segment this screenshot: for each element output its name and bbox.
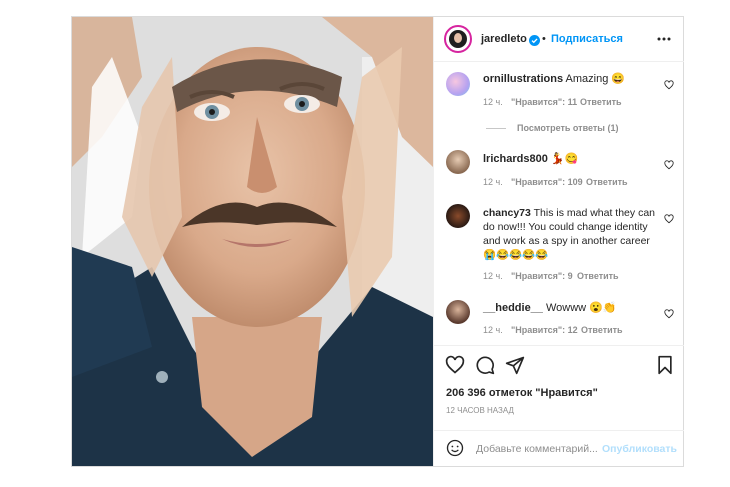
comment-icon[interactable] xyxy=(475,355,495,375)
comment-like-icon[interactable] xyxy=(664,157,674,170)
comment-time[interactable]: 12 ч. xyxy=(483,97,503,107)
comment-likes[interactable]: "Нравится": 11 xyxy=(511,97,577,107)
replies-divider xyxy=(486,128,506,129)
commenter-avatar[interactable] xyxy=(446,204,470,228)
heart-icon[interactable] xyxy=(445,355,465,375)
comment-like-icon[interactable] xyxy=(664,306,674,319)
reply-button[interactable]: Ответить xyxy=(580,97,622,107)
verified-badge-icon xyxy=(529,33,540,46)
emoji-icon[interactable] xyxy=(446,439,464,457)
comment-like-icon[interactable] xyxy=(664,211,674,224)
follow-button[interactable]: Подписаться xyxy=(551,32,623,46)
comment-username[interactable]: ornillustrations xyxy=(483,73,563,85)
post-photo[interactable] xyxy=(72,17,433,466)
reply-button[interactable]: Ответить xyxy=(586,177,628,187)
comment-like-icon[interactable] xyxy=(664,77,674,90)
comment-input[interactable]: Добавьте комментарий... xyxy=(476,442,598,456)
add-comment-divider xyxy=(434,430,684,431)
action-bar xyxy=(434,345,684,346)
likes-count[interactable]: 206 396 отметок "Нравится" xyxy=(446,386,598,400)
reply-button[interactable]: Ответить xyxy=(581,325,623,335)
bookmark-icon[interactable] xyxy=(656,355,674,375)
more-options-icon[interactable] xyxy=(656,31,672,47)
comment-body: 💃😋 xyxy=(550,153,579,165)
commenter-avatar[interactable] xyxy=(446,72,470,96)
commenter-avatar[interactable] xyxy=(446,300,470,324)
comment-time[interactable]: 12 ч. xyxy=(483,325,503,335)
share-icon[interactable] xyxy=(505,355,525,375)
portrait-illustration xyxy=(72,17,433,466)
post-card: jaredleto • Подписаться ornillustrations… xyxy=(71,16,684,467)
comment-username[interactable]: chancy73 xyxy=(483,207,531,219)
post-timestamp[interactable]: 12 ЧАСОВ НАЗАД xyxy=(446,406,514,415)
comment-likes[interactable]: "Нравится": 9 xyxy=(511,271,573,281)
reply-button[interactable]: Ответить xyxy=(577,271,619,281)
comment-text: __heddie__ Wowww 😮👏 xyxy=(483,301,658,315)
comment-text: ornillustrations Amazing 😄 xyxy=(483,72,658,86)
commenter-avatar[interactable] xyxy=(446,150,470,174)
comment-likes[interactable]: "Нравится": 109 xyxy=(511,177,583,187)
comment-text: chancy73 This is mad what they can do no… xyxy=(483,206,658,262)
comment-username[interactable]: lrichards800 xyxy=(483,153,548,165)
author-username[interactable]: jaredleto xyxy=(481,32,527,46)
comment-body: Wowww 😮👏 xyxy=(545,302,617,314)
comment-text: lrichards800 💃😋 xyxy=(483,152,658,166)
comment-time[interactable]: 12 ч. xyxy=(483,271,503,281)
comment-username[interactable]: __heddie__ xyxy=(483,302,543,314)
dot-separator: • xyxy=(542,33,546,45)
comment-time[interactable]: 12 ч. xyxy=(483,177,503,187)
publish-button[interactable]: Опубликовать xyxy=(602,442,677,456)
comment-body: Amazing 😄 xyxy=(565,73,626,85)
post-header: jaredleto • Подписаться xyxy=(434,17,684,62)
comment-likes[interactable]: "Нравится": 12 xyxy=(511,325,578,335)
post-side-panel: jaredleto • Подписаться ornillustrations… xyxy=(433,17,684,466)
author-avatar[interactable] xyxy=(444,25,472,53)
view-replies-button[interactable]: Посмотреть ответы (1) xyxy=(517,123,618,133)
